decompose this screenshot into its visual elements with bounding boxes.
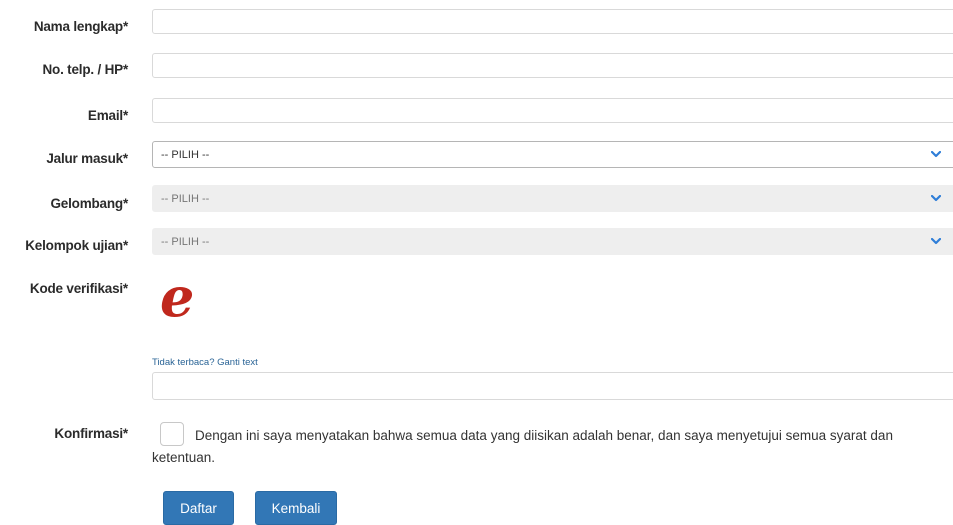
kelompok-ujian-selected-value: -- PILIH -- xyxy=(161,236,210,248)
kode-verifikasi-label: Kode verifikasi* xyxy=(29,281,128,296)
jalur-masuk-selected-value: -- PILIH -- xyxy=(161,149,210,161)
chevron-down-icon xyxy=(931,229,941,254)
kembali-button[interactable]: Kembali xyxy=(255,491,337,525)
chevron-down-icon xyxy=(931,186,941,211)
nama-lengkap-input[interactable] xyxy=(152,9,953,34)
jalur-masuk-select[interactable]: -- PILIH -- xyxy=(152,141,953,168)
captcha-input[interactable] xyxy=(152,372,953,400)
kelompok-ujian-select[interactable]: -- PILIH -- xyxy=(152,228,953,255)
email-label: Email* xyxy=(87,108,128,123)
daftar-button[interactable]: Daftar xyxy=(163,491,234,525)
no-telp-input[interactable] xyxy=(152,53,953,78)
confirm-text: Dengan ini saya menyatakan bahwa semua d… xyxy=(152,428,893,465)
konfirmasi-label: Konfirmasi* xyxy=(54,426,128,441)
refresh-captcha-link[interactable]: Tidak terbaca? Ganti text xyxy=(152,357,258,368)
jalur-masuk-label: Jalur masuk* xyxy=(46,151,128,166)
no-telp-label: No. telp. / HP* xyxy=(42,62,128,77)
gelombang-selected-value: -- PILIH -- xyxy=(161,193,210,205)
captcha-image: e xyxy=(160,265,195,329)
gelombang-label: Gelombang* xyxy=(50,196,128,211)
chevron-down-icon xyxy=(931,142,941,167)
kelompok-ujian-label: Kelompok ujian* xyxy=(25,238,128,253)
email-input[interactable] xyxy=(152,98,953,123)
nama-lengkap-label: Nama lengkap* xyxy=(33,19,128,34)
gelombang-select[interactable]: -- PILIH -- xyxy=(152,185,953,212)
